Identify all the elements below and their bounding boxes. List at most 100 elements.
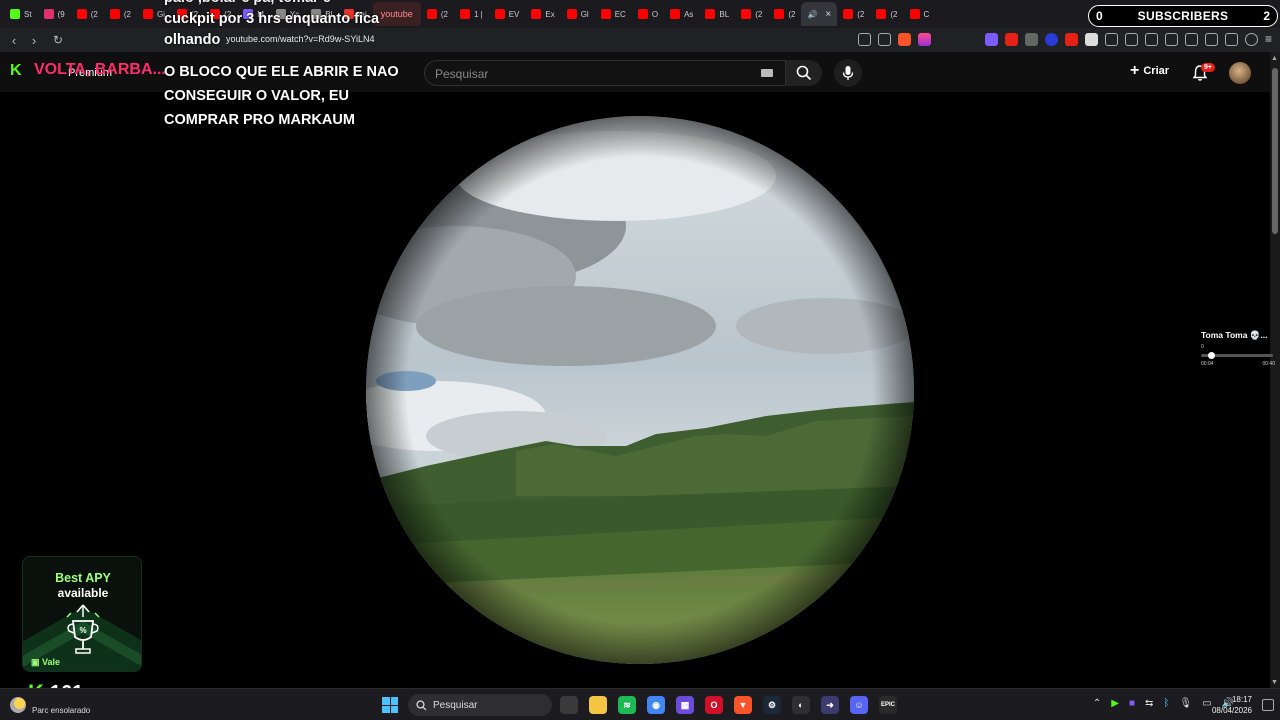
tray-app-icon[interactable]: ■	[1129, 698, 1135, 709]
video-player[interactable]	[366, 116, 914, 664]
browser-tab[interactable]: C	[904, 2, 936, 26]
browser-tab[interactable]: (9	[38, 2, 71, 26]
file-explorer-icon[interactable]	[589, 696, 607, 714]
chat-overlay-message-main: O BLOCO QUE ELE ABRIR E NAO CONSEGUIR O …	[164, 64, 399, 128]
cast-icon[interactable]	[857, 32, 871, 46]
total-time: 00:40	[1262, 361, 1275, 367]
search-button[interactable]	[786, 60, 822, 86]
extension-icon[interactable]	[1064, 32, 1078, 46]
wallet-icon[interactable]	[1204, 32, 1218, 46]
extension-icon[interactable]	[1084, 32, 1098, 46]
arrow-app-icon[interactable]: ➜	[821, 696, 839, 714]
browser-tab[interactable]: St	[4, 2, 38, 26]
network-icon[interactable]: ▭	[1202, 698, 1211, 709]
sponsor-ad-card[interactable]: Best APY available % ▣ Vale	[22, 556, 142, 672]
browser-tab[interactable]: (2	[837, 2, 870, 26]
steam-icon[interactable]: ⚙	[763, 696, 781, 714]
create-button[interactable]: + Criar	[1130, 63, 1170, 79]
leo-ai-icon[interactable]	[1224, 32, 1238, 46]
extension-icon[interactable]	[1004, 32, 1018, 46]
now-playing-times: 00:04 00:40	[1201, 361, 1275, 367]
tab-favicon-icon	[600, 9, 611, 19]
chevron-up-icon[interactable]: ⌃	[1093, 698, 1101, 709]
browser-tab[interactable]: BL	[699, 2, 735, 26]
tab-label: C	[923, 9, 930, 19]
tab-favicon-icon	[670, 9, 681, 19]
ad-brand: ▣ Vale	[31, 657, 61, 667]
tab-label: St	[24, 9, 32, 19]
tab-label: 1 |	[473, 9, 483, 19]
browser-tab[interactable]: (2	[870, 2, 903, 26]
browser-tab-current[interactable]: 🔊 ×	[801, 2, 838, 26]
downloads-icon[interactable]	[1144, 32, 1158, 46]
tab-close-icon[interactable]: ×	[825, 9, 831, 20]
extension-icon[interactable]	[1124, 32, 1138, 46]
sidebar-icon[interactable]	[1184, 32, 1198, 46]
tab-label: (2	[788, 9, 796, 19]
browser-tab[interactable]: (2	[768, 2, 801, 26]
browser-tab[interactable]: 1 |	[454, 2, 489, 26]
create-label: Criar	[1143, 65, 1170, 77]
subscriber-counter-label: SUBSCRIBERS	[1137, 9, 1229, 23]
reload-button[interactable]: ↻	[48, 33, 68, 47]
browser-tab[interactable]: EC	[595, 2, 632, 26]
tab-favicon-icon	[566, 9, 577, 19]
browser-tab[interactable]: (2	[421, 2, 454, 26]
tab-favicon-icon	[705, 9, 716, 19]
vpn-icon[interactable]	[1244, 32, 1258, 46]
scroll-down-arrow-icon[interactable]: ▼	[1271, 679, 1278, 686]
spotify-icon[interactable]: ≋	[618, 696, 636, 714]
app-grid-icon[interactable]: ▦	[676, 696, 694, 714]
share-icon[interactable]	[877, 32, 891, 46]
stream-title-overlay: VOLTA, BARBA...	[34, 61, 166, 78]
windows-start-button[interactable]	[382, 697, 398, 713]
page-scrollbar[interactable]: ▲ ▼	[1270, 52, 1280, 688]
audio-playing-icon[interactable]: 🔊	[807, 10, 817, 19]
browser-tab[interactable]: (2	[735, 2, 768, 26]
bluetooth-icon[interactable]: ᛒ	[1163, 698, 1169, 709]
taskbar-clock[interactable]: 18:17 08/04/2026	[1212, 694, 1252, 716]
browser-tab[interactable]: (2	[104, 2, 137, 26]
clock-time: 18:17	[1231, 695, 1252, 704]
microphone-icon[interactable]: 🎙	[1179, 698, 1192, 709]
forward-button[interactable]: ›	[24, 33, 44, 48]
task-view-icon[interactable]	[560, 696, 578, 714]
tab-favicon-icon	[741, 9, 752, 19]
play-icon[interactable]: ▶	[1111, 698, 1119, 709]
browser-tab[interactable]: Ex	[525, 2, 560, 26]
discord-icon[interactable]: ☺	[850, 696, 868, 714]
brave-rewards-icon[interactable]	[917, 32, 931, 46]
back-button[interactable]: ‹	[4, 33, 24, 48]
tab-favicon-icon	[843, 9, 854, 19]
music-icon[interactable]	[1164, 32, 1178, 46]
obs-icon[interactable]: ◐	[792, 696, 810, 714]
voice-search-button[interactable]	[834, 59, 862, 87]
keyboard-icon[interactable]	[761, 69, 773, 77]
tab-favicon-icon	[774, 9, 785, 19]
elapsed-time: 00:04	[1201, 361, 1214, 367]
browser-tab[interactable]: Gl	[561, 2, 595, 26]
opera-icon[interactable]: O	[705, 696, 723, 714]
epic-games-icon[interactable]: EPIC	[879, 696, 897, 714]
extension-icon[interactable]	[1044, 32, 1058, 46]
scroll-thumb[interactable]	[1272, 68, 1278, 234]
scroll-up-arrow-icon[interactable]: ▲	[1271, 55, 1278, 62]
browser-tab[interactable]: EV	[489, 2, 526, 26]
notification-center-icon[interactable]	[1262, 699, 1274, 711]
extensions-puzzle-icon[interactable]	[1104, 32, 1118, 46]
menu-icon[interactable]: ≡	[1265, 32, 1272, 46]
arrows-icon[interactable]: ⇆	[1145, 698, 1153, 709]
brave-icon[interactable]: ▼	[734, 696, 752, 714]
browser-tab[interactable]: As	[664, 2, 699, 26]
taskbar-search-input[interactable]: Pesquisar	[408, 694, 552, 716]
browser-tab[interactable]: (2	[71, 2, 104, 26]
extension-icon[interactable]	[1024, 32, 1038, 46]
chrome-icon[interactable]: ◉	[647, 696, 665, 714]
browser-tab[interactable]: O	[632, 2, 664, 26]
search-input[interactable]: Pesquisar	[424, 60, 786, 86]
extension-icon[interactable]	[984, 32, 998, 46]
weather-widget[interactable]: Parc ensolarado	[10, 694, 90, 715]
search-placeholder: Pesquisar	[435, 67, 489, 81]
brave-shields-icon[interactable]	[897, 32, 911, 46]
avatar[interactable]	[1229, 62, 1251, 84]
